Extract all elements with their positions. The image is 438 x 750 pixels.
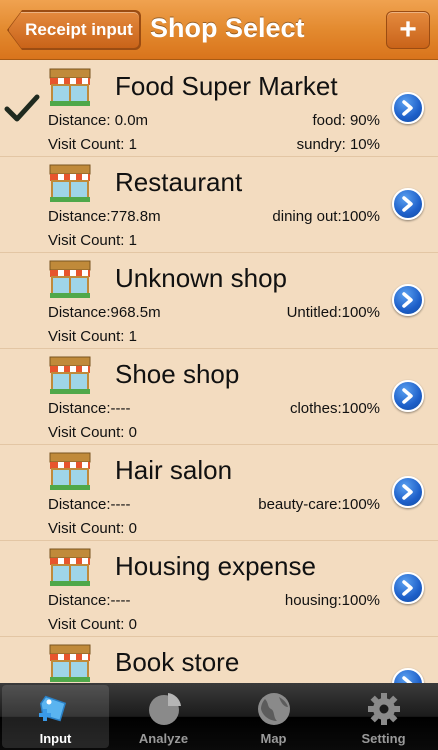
chevron-right-icon bbox=[402, 100, 413, 116]
storefront-icon bbox=[49, 356, 91, 394]
chevron-right-icon bbox=[402, 388, 413, 404]
storefront-icon bbox=[49, 164, 91, 202]
navigation-bar: Receipt input Shop Select + bbox=[0, 0, 438, 60]
shop-distance: Distance:778.8m bbox=[48, 208, 161, 225]
shop-category: beauty-care:100% bbox=[258, 496, 380, 513]
detail-disclosure-button[interactable] bbox=[392, 476, 424, 508]
shop-category-secondary: sundry: 10% bbox=[296, 136, 380, 153]
shop-visit-count: Visit Count: 1 bbox=[48, 136, 137, 153]
storefront-icon bbox=[49, 644, 91, 682]
chevron-right-icon bbox=[402, 676, 413, 683]
chevron-right-icon bbox=[402, 484, 413, 500]
tab-setting[interactable]: Setting bbox=[330, 685, 437, 748]
shop-visit-count: Visit Count: 0 bbox=[48, 424, 137, 441]
shop-row[interactable]: Hair salon Distance:---- beauty-care:100… bbox=[0, 445, 438, 541]
detail-disclosure-button[interactable] bbox=[392, 380, 424, 412]
shop-visit-count: Visit Count: 1 bbox=[48, 328, 137, 345]
storefront-icon bbox=[49, 68, 91, 106]
chevron-right-icon bbox=[402, 292, 413, 308]
chevron-right-icon bbox=[402, 196, 413, 212]
tab-label: Map bbox=[260, 731, 287, 746]
shop-row[interactable]: Unknown shop Distance:968.5m Untitled:10… bbox=[0, 253, 438, 349]
shop-row[interactable]: Housing expense Distance:---- housing:10… bbox=[0, 541, 438, 637]
shop-row[interactable]: Restaurant Distance:778.8m dining out:10… bbox=[0, 157, 438, 253]
detail-disclosure-button[interactable] bbox=[392, 92, 424, 124]
detail-disclosure-button[interactable] bbox=[392, 188, 424, 220]
shop-category: food: 90% bbox=[312, 112, 380, 129]
shop-category: dining out:100% bbox=[272, 208, 380, 225]
detail-disclosure-button[interactable] bbox=[392, 572, 424, 604]
tab-map[interactable]: Map bbox=[220, 685, 327, 748]
chevron-right-icon bbox=[402, 580, 413, 596]
shop-name: Shoe shop bbox=[115, 359, 240, 389]
shop-row[interactable]: Book store bbox=[0, 637, 438, 683]
shop-distance: Distance:---- bbox=[48, 400, 131, 417]
shop-visit-count: Visit Count: 0 bbox=[48, 616, 137, 633]
shop-list: Food Super Market Distance: 0.0m food: 9… bbox=[0, 61, 438, 683]
tag-add-icon bbox=[38, 695, 66, 722]
tab-label: Analyze bbox=[138, 731, 189, 746]
shop-name: Food Super Market bbox=[115, 71, 338, 101]
shop-name: Book store bbox=[115, 647, 240, 677]
pie-chart-icon bbox=[148, 693, 181, 725]
tab-label: Input bbox=[39, 731, 72, 746]
globe-icon bbox=[257, 693, 290, 725]
shop-category: clothes:100% bbox=[289, 400, 380, 417]
shop-distance: Distance:---- bbox=[48, 496, 131, 513]
add-shop-button[interactable]: + bbox=[386, 11, 430, 49]
checkmark-icon bbox=[4, 94, 40, 122]
storefront-icon bbox=[49, 452, 91, 490]
storefront-icon bbox=[49, 260, 91, 298]
tab-analyze[interactable]: Analyze bbox=[110, 685, 217, 748]
shop-distance: Distance:968.5m bbox=[48, 304, 161, 321]
shop-name: Restaurant bbox=[115, 167, 243, 197]
page-title: Shop Select bbox=[150, 13, 305, 43]
shop-name: Unknown shop bbox=[115, 263, 287, 293]
detail-disclosure-button[interactable] bbox=[392, 668, 424, 683]
shop-name: Hair salon bbox=[115, 455, 233, 485]
shop-distance: Distance:---- bbox=[48, 592, 131, 609]
shop-distance: Distance: 0.0m bbox=[48, 112, 149, 129]
storefront-icon bbox=[49, 548, 91, 586]
shop-row[interactable]: Food Super Market Distance: 0.0m food: 9… bbox=[0, 61, 438, 157]
receipt-input-back-button[interactable]: Receipt input bbox=[8, 11, 140, 49]
detail-disclosure-button[interactable] bbox=[392, 284, 424, 316]
gear-icon bbox=[367, 693, 400, 725]
tab-bar: Input Analyze Map Setting bbox=[0, 683, 438, 750]
shop-visit-count: Visit Count: 1 bbox=[48, 232, 137, 249]
shop-visit-count: Visit Count: 0 bbox=[48, 520, 137, 537]
shop-category: housing:100% bbox=[284, 592, 380, 609]
tab-label: Setting bbox=[361, 731, 406, 746]
shop-row[interactable]: Shoe shop Distance:---- clothes:100% Vis… bbox=[0, 349, 438, 445]
shop-name: Housing expense bbox=[115, 551, 316, 581]
shop-category: Untitled:100% bbox=[286, 304, 380, 321]
tab-input[interactable]: Input bbox=[2, 685, 109, 748]
